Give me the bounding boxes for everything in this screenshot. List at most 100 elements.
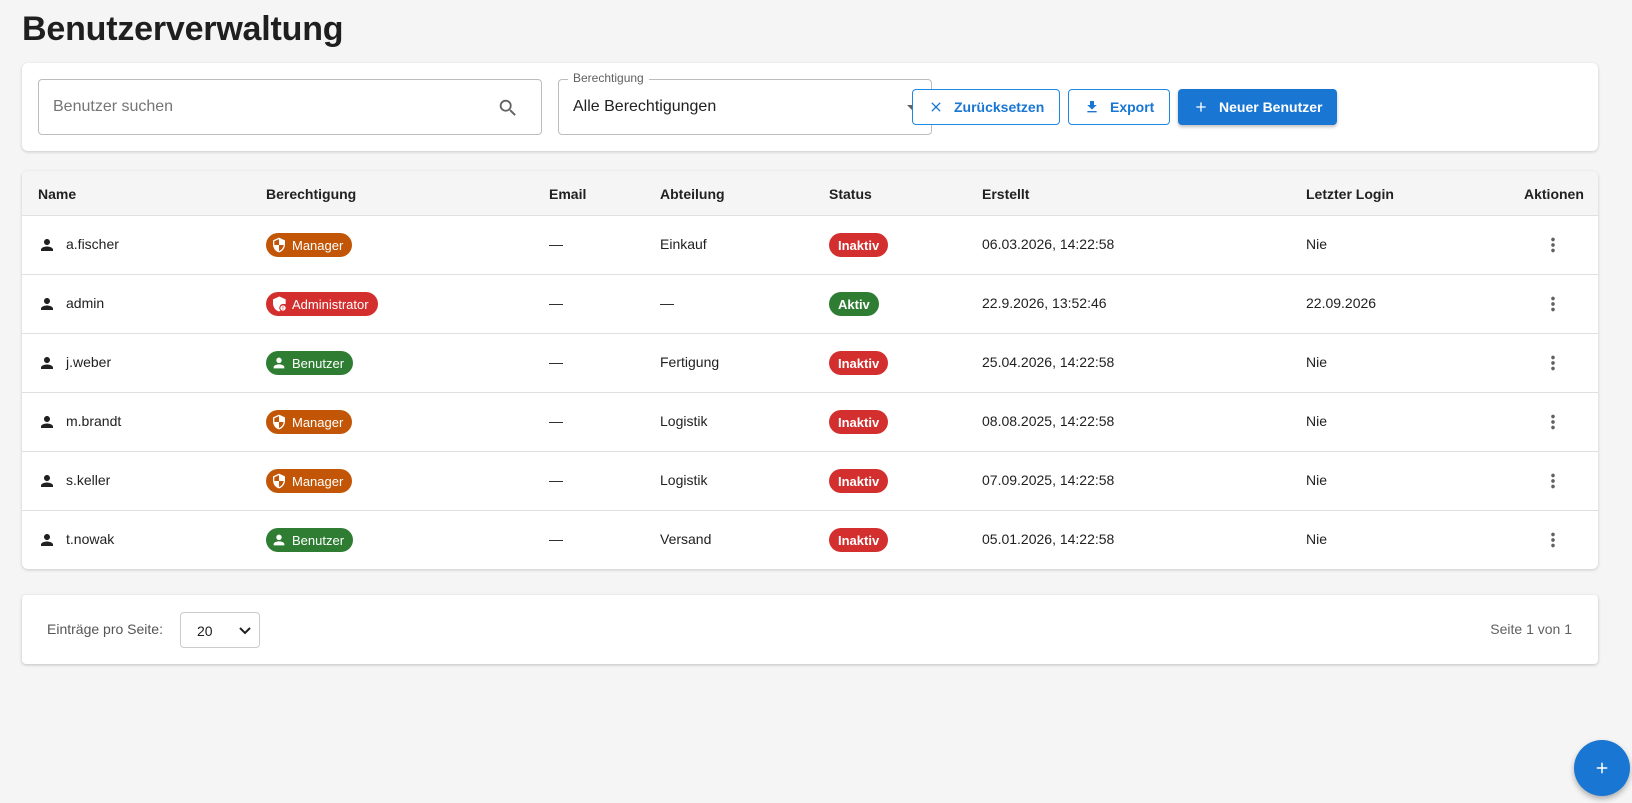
- person-icon: [41, 416, 53, 428]
- shield-icon: [273, 473, 285, 489]
- role-badge: Manager: [266, 469, 353, 493]
- column-header-permission[interactable]: Berechtigung: [266, 186, 356, 202]
- pagination-bar: Einträge pro Seite: 20 Seite 1 von 1: [22, 595, 1598, 664]
- user-last-login: Nie: [1306, 472, 1328, 488]
- user-name: s.keller: [66, 472, 111, 488]
- user-created: 06.03.2026, 14:22:58: [982, 236, 1115, 252]
- status-badge: Inaktiv: [829, 469, 889, 493]
- more-vertical-icon[interactable]: [1542, 529, 1564, 551]
- user-last-login: 22.09.2026: [1306, 295, 1377, 311]
- user-name: t.nowak: [66, 531, 115, 547]
- admin-shield-icon: [273, 296, 286, 312]
- more-vertical-icon[interactable]: [1542, 470, 1564, 492]
- column-header-created[interactable]: Erstellt: [982, 186, 1029, 202]
- shield-icon: [273, 237, 285, 253]
- person-icon: [41, 475, 53, 487]
- user-name: j.weber: [66, 354, 112, 370]
- reset-button-label: Zurücksetzen: [954, 99, 1045, 115]
- user-name: a.fischer: [66, 236, 119, 252]
- user-department: Fertigung: [660, 354, 720, 370]
- user-last-login: Nie: [1306, 354, 1328, 370]
- more-vertical-icon[interactable]: [1542, 234, 1564, 256]
- per-page-value: 20: [197, 623, 213, 639]
- person-icon: [273, 357, 285, 369]
- reset-button[interactable]: Zurücksetzen: [912, 89, 1061, 125]
- role-badge-label: Manager: [292, 473, 344, 489]
- user-department: Logistik: [660, 413, 708, 429]
- user-email: —: [549, 531, 563, 547]
- column-header-last-login[interactable]: Letzter Login: [1306, 186, 1394, 202]
- role-badge: Manager: [266, 410, 353, 434]
- table-row[interactable]: j.weber Benutzer — Fertigung Inaktiv 25.04.20…: [22, 334, 1598, 393]
- person-icon: [41, 534, 53, 546]
- plus-icon: [1196, 102, 1206, 112]
- user-last-login: Nie: [1306, 531, 1328, 547]
- user-email: —: [549, 354, 563, 370]
- download-icon: [1087, 101, 1097, 113]
- user-department: Versand: [660, 531, 712, 547]
- user-department: Logistik: [660, 472, 708, 488]
- status-badge: Inaktiv: [829, 528, 889, 552]
- chevron-down-icon: [239, 627, 251, 635]
- permission-select-value: Alle Berechtigungen: [573, 98, 717, 115]
- table-row[interactable]: a.fischer Manager — Einkauf Inaktiv 06.03.202…: [22, 216, 1598, 275]
- status-badge: Inaktiv: [829, 410, 889, 434]
- column-header-name[interactable]: Name: [38, 186, 76, 202]
- role-badge: Administrator: [266, 292, 378, 316]
- status-badge: Inaktiv: [829, 233, 889, 257]
- plus-icon: [1596, 762, 1608, 774]
- page-title: Benutzerverwaltung: [22, 10, 344, 48]
- user-email: —: [549, 236, 563, 252]
- search-input[interactable]: [53, 80, 493, 134]
- new-user-button-label: Neuer Benutzer: [1219, 99, 1323, 115]
- filter-bar: Berechtigung Alle Berechtigungen Zurücks…: [22, 63, 1598, 151]
- user-email: —: [549, 295, 563, 311]
- permission-select-label: Berechtigung: [568, 71, 649, 85]
- person-icon: [41, 357, 53, 369]
- user-created: 25.04.2026, 14:22:58: [982, 354, 1115, 370]
- per-page-select[interactable]: 20: [180, 612, 260, 648]
- user-department: —: [660, 295, 674, 311]
- role-badge-label: Manager: [292, 414, 344, 430]
- user-email: —: [549, 472, 563, 488]
- role-badge-label: Manager: [292, 237, 344, 253]
- more-vertical-icon[interactable]: [1542, 352, 1564, 374]
- role-badge: Manager: [266, 233, 353, 257]
- status-badge: Inaktiv: [829, 351, 889, 375]
- search-icon[interactable]: [497, 97, 519, 119]
- more-vertical-icon[interactable]: [1542, 293, 1564, 315]
- person-icon: [41, 239, 53, 251]
- table-row[interactable]: admin Administrator — — Aktiv 22.9.2026, 13:5…: [22, 275, 1598, 334]
- add-user-fab[interactable]: [1574, 740, 1630, 796]
- person-icon: [273, 534, 285, 546]
- export-button-label: Export: [1110, 99, 1155, 115]
- users-table: Name Berechtigung Email Abteilung Status…: [22, 171, 1598, 569]
- column-header-department[interactable]: Abteilung: [660, 186, 725, 202]
- column-header-status[interactable]: Status: [829, 186, 872, 202]
- role-badge-label: Benutzer: [292, 532, 345, 548]
- column-header-actions: Aktionen: [1524, 186, 1584, 202]
- column-header-email[interactable]: Email: [549, 186, 586, 202]
- role-badge: Benutzer: [266, 528, 354, 552]
- table-header: Name Berechtigung Email Abteilung Status…: [22, 171, 1598, 216]
- search-field[interactable]: [38, 79, 542, 135]
- user-department: Einkauf: [660, 236, 707, 252]
- permission-select[interactable]: Berechtigung Alle Berechtigungen: [558, 71, 932, 135]
- new-user-button[interactable]: Neuer Benutzer: [1178, 89, 1338, 125]
- user-name: m.brandt: [66, 413, 122, 429]
- user-created: 08.08.2025, 14:22:58: [982, 413, 1115, 429]
- close-icon: [931, 102, 941, 112]
- page-info: Seite 1 von 1: [1490, 621, 1572, 637]
- person-icon: [41, 298, 53, 310]
- table-row[interactable]: m.brandt Manager — Logistik Inaktiv 08.08.202…: [22, 393, 1598, 452]
- role-badge-label: Benutzer: [292, 355, 345, 371]
- role-badge: Benutzer: [266, 351, 354, 375]
- shield-icon: [273, 414, 285, 430]
- table-row[interactable]: t.nowak Benutzer — Versand Inaktiv 05.01.2026…: [22, 511, 1598, 569]
- user-name: admin: [66, 295, 105, 311]
- export-button[interactable]: Export: [1068, 89, 1171, 125]
- user-last-login: Nie: [1306, 236, 1328, 252]
- more-vertical-icon[interactable]: [1542, 411, 1564, 433]
- table-row[interactable]: s.keller Manager — Logistik Inaktiv 07.09.202…: [22, 452, 1598, 511]
- user-created: 07.09.2025, 14:22:58: [982, 472, 1115, 488]
